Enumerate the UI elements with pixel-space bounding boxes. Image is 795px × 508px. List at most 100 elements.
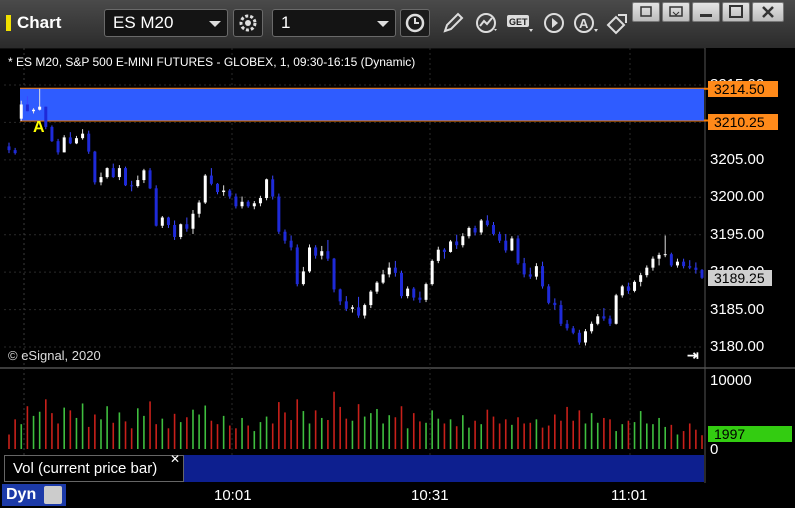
candle-body [639, 275, 643, 282]
dock-icon [669, 6, 683, 17]
candle-body [173, 224, 177, 237]
candle-body [332, 258, 336, 290]
window-menu-button[interactable] [632, 2, 660, 22]
scroll-to-end-icon[interactable]: ⇥ [687, 347, 699, 364]
clock-icon [405, 13, 425, 33]
candle-body [105, 168, 109, 178]
candle-body [93, 151, 97, 183]
time-axis-label-3: 11:01 [611, 487, 648, 504]
candle-body [136, 180, 140, 187]
candle-body [179, 224, 183, 237]
symbol-info-line: * ES M20, S&P 500 E-MINI FUTURES - GLOBE… [8, 55, 416, 69]
candle-body [295, 247, 299, 285]
candle-body [559, 305, 563, 324]
candle-body [449, 241, 453, 252]
candle-body [240, 201, 244, 207]
interval-dropdown-arrow-icon[interactable] [377, 21, 389, 27]
candle-body [124, 168, 128, 186]
link-color-indicator[interactable] [6, 15, 11, 31]
price-zone[interactable] [20, 88, 704, 121]
candle-body [81, 133, 85, 139]
candle-body [99, 177, 103, 183]
candle-body [185, 224, 189, 229]
volume-axis-label-min: 0 [710, 441, 719, 458]
candle-body [375, 282, 379, 292]
candle-body [68, 137, 72, 144]
candle-body [154, 188, 158, 226]
link-tool-button[interactable] [604, 11, 630, 35]
candle-body [357, 307, 361, 316]
candle-body [166, 217, 170, 225]
volume-bars-group [8, 391, 703, 449]
candle-body [363, 305, 367, 316]
candle-body [455, 241, 459, 246]
candle-body [74, 138, 78, 144]
interval-input[interactable]: 1 [272, 9, 396, 37]
candle-body [216, 183, 220, 193]
lock-icon[interactable] [44, 486, 62, 504]
candle-body [522, 263, 526, 275]
candle-body [222, 190, 226, 193]
maximize-icon [729, 5, 743, 18]
get-data-button[interactable]: GET [506, 11, 533, 35]
candle-body [258, 198, 262, 204]
candle-body [516, 238, 520, 264]
time-axis-bar [0, 483, 795, 508]
candle-body [393, 267, 397, 273]
minimize-button[interactable] [692, 2, 720, 22]
candle-body [675, 261, 679, 266]
candle-body [442, 249, 446, 252]
symbol-settings-button[interactable] [233, 9, 263, 37]
dynamic-button[interactable]: Dyn [2, 484, 66, 506]
candle-body [651, 258, 655, 268]
candle-body [56, 141, 60, 153]
candle-body [645, 267, 649, 276]
studies-icon [476, 13, 497, 33]
play-button[interactable] [542, 11, 568, 35]
alerts-button[interactable]: A [572, 11, 598, 35]
candle-body [283, 231, 287, 241]
candle-body [387, 267, 391, 275]
window-dock-button[interactable] [662, 2, 690, 22]
candle-body [50, 126, 54, 142]
candle-body [577, 332, 581, 343]
candle-body [117, 168, 121, 178]
draw-tool-button[interactable] [440, 11, 466, 35]
price-axis-label: 3195.00 [710, 225, 765, 243]
alert-marker-a[interactable]: A [33, 119, 45, 137]
candle-body [418, 297, 422, 300]
volume-study-label[interactable]: Vol (current price bar) [4, 455, 184, 482]
price-tag-upper: 3214.50 [708, 81, 778, 97]
alert-icon: A [574, 13, 598, 33]
candle-body [620, 286, 624, 296]
get-icon: GET [507, 15, 533, 32]
close-icon [762, 6, 774, 18]
volume-axis-label-max: 10000 [710, 372, 752, 389]
time-axis-label-1: 10:01 [214, 487, 252, 504]
close-button[interactable] [752, 2, 784, 22]
candle-body [289, 240, 293, 248]
candle-body [314, 247, 318, 256]
candle-body [491, 224, 495, 234]
minimize-icon [700, 14, 712, 17]
maximize-button[interactable] [722, 2, 750, 22]
window-title: Chart [6, 10, 61, 36]
candle-body [467, 227, 471, 237]
candle-body [541, 266, 545, 287]
candle-body [688, 266, 692, 268]
candle-body [412, 288, 416, 298]
svg-text:GET: GET [509, 17, 528, 27]
studies-button[interactable] [474, 11, 500, 35]
symbol-dropdown-arrow-icon[interactable] [209, 21, 221, 27]
symbol-input[interactable]: ES M20 [104, 9, 228, 37]
price-chart[interactable] [0, 48, 795, 508]
interval-settings-button[interactable] [400, 9, 430, 37]
close-study-icon[interactable]: ✕ [170, 452, 180, 466]
candle-body [473, 227, 477, 233]
window-menu-icon [640, 6, 652, 17]
volume-tag-last: 1997 [708, 426, 792, 442]
candle-body [633, 281, 637, 291]
candle-body [130, 185, 134, 187]
volume-study-bar[interactable] [184, 455, 704, 482]
candle-body [38, 106, 42, 110]
